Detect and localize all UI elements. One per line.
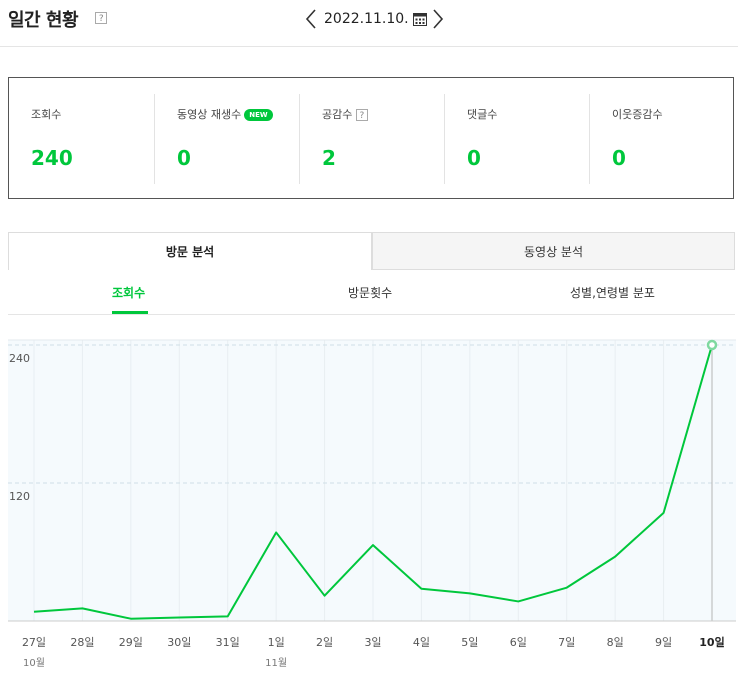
stat-comments: 댓글수 0 (445, 94, 590, 184)
stat-video-plays: 동영상 재생수 NEW 0 (155, 94, 300, 184)
data-point (178, 616, 180, 618)
stat-label-wrap: 공감수 ? (322, 106, 368, 122)
x-tick-label: 30일 (167, 635, 191, 649)
data-point (614, 555, 616, 557)
data-point (662, 512, 664, 514)
x-tick-label: 7일 (558, 635, 575, 649)
stat-label: 댓글수 (467, 108, 498, 121)
x-tick-label: 9일 (655, 635, 672, 649)
subtab-demographics[interactable]: 성별,연령별 분포 (570, 284, 655, 301)
tab-visit-analysis[interactable]: 방문 분석 (8, 232, 372, 270)
chevron-right-icon[interactable] (431, 8, 445, 30)
help-icon[interactable]: ? (355, 109, 368, 121)
data-point (566, 586, 568, 588)
data-point (275, 531, 277, 533)
y-tick-label: 120 (9, 490, 30, 503)
tab-video-analysis[interactable]: 동영상 분석 (372, 232, 735, 270)
x-tick-label: 10일 (699, 635, 724, 649)
date-navigator: 2022.11.10. (304, 6, 445, 32)
stat-value: 0 (467, 146, 481, 170)
stat-value: 240 (31, 146, 73, 170)
data-point (323, 595, 325, 597)
new-badge: NEW (244, 109, 273, 121)
stat-value: 2 (322, 146, 336, 170)
subtab-visits[interactable]: 방문횟수 (348, 284, 392, 301)
x-tick-label: 31일 (216, 635, 240, 649)
current-date: 2022.11.10. (324, 11, 409, 27)
x-tick-label: 1일 (268, 635, 285, 649)
data-point (372, 544, 374, 546)
stat-views: 조회수 240 (9, 94, 155, 184)
x-tick-label: 28일 (70, 635, 94, 649)
data-point-highlight (706, 339, 718, 351)
stat-label: 공감수 (322, 108, 353, 121)
plot-background (8, 340, 736, 621)
main-tabs: 방문 분석 동영상 분석 (8, 232, 735, 270)
stat-label: 동영상 재생수 (177, 108, 242, 121)
header: 일간 현황 ? 2022.11.10. (0, 0, 738, 47)
data-point (227, 615, 229, 617)
subtab-views[interactable]: 조회수 (112, 284, 145, 301)
daily-stats-page: 일간 현황 ? 2022.11.10. 조회수 240 동영상 재생수 NEW … (0, 0, 738, 677)
stat-label: 조회수 (31, 108, 62, 121)
page-title-wrap: 일간 현황 ? (8, 6, 107, 32)
x-tick-label: 27일 (22, 635, 46, 649)
page-title: 일간 현황 (8, 10, 79, 31)
data-point (517, 600, 519, 602)
stat-value: 0 (612, 146, 626, 170)
stat-likes: 공감수 ? 2 (300, 94, 445, 184)
month-label: 10월 (23, 657, 45, 669)
stat-label: 이웃증감수 (612, 108, 663, 121)
data-point (33, 611, 35, 613)
x-tick-label: 2일 (316, 635, 333, 649)
x-tick-label: 8일 (607, 635, 624, 649)
calendar-icon[interactable] (412, 12, 427, 26)
x-tick-label: 5일 (461, 635, 478, 649)
stat-value: 0 (177, 146, 191, 170)
x-tick-label: 6일 (510, 635, 527, 649)
stat-label-wrap: 동영상 재생수 NEW (177, 106, 273, 122)
y-tick-label: 240 (9, 352, 30, 365)
month-label: 11월 (265, 657, 287, 669)
help-icon[interactable]: ? (95, 12, 107, 24)
data-point (130, 618, 132, 620)
data-point (81, 607, 83, 609)
stat-neighbors: 이웃증감수 0 (590, 94, 733, 184)
sub-tabs: 조회수 방문횟수 성별,연령별 분포 (8, 270, 735, 315)
x-tick-label: 29일 (119, 635, 143, 649)
summary-box: 조회수 240 동영상 재생수 NEW 0 공감수 ? 2 댓글수 0 이웃증감수… (8, 77, 734, 199)
data-point (420, 588, 422, 590)
x-tick-label: 4일 (413, 635, 430, 649)
data-point (469, 592, 471, 594)
chevron-left-icon[interactable] (304, 8, 318, 30)
x-tick-label: 3일 (364, 635, 381, 649)
views-line-chart: 120 240 27일 28일 29일 30일 31일 1일 2일 3일 4일 5일 6일 7일 8일 9일 1… (8, 339, 736, 669)
